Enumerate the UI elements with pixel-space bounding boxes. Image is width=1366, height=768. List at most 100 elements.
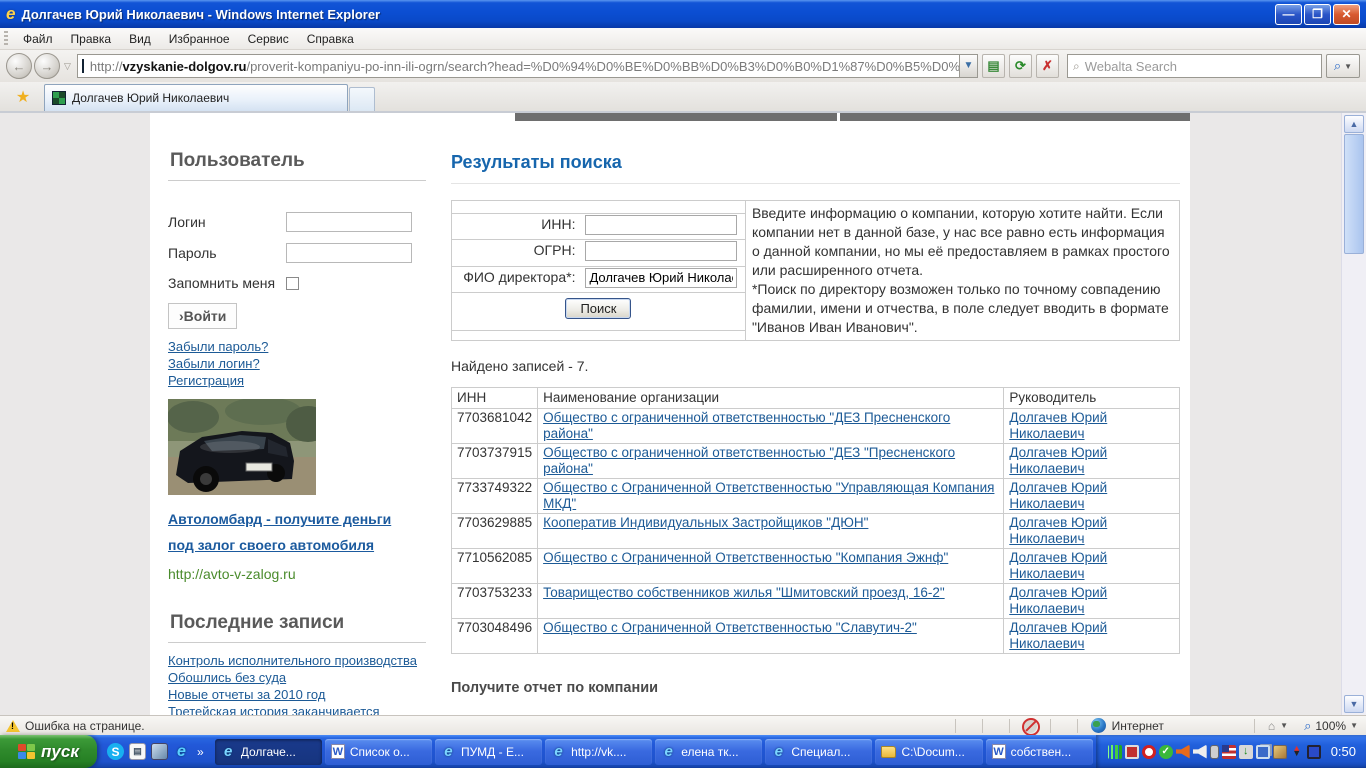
tray-clock: 0:50	[1331, 744, 1356, 759]
taskbar-button[interactable]: W Список о...	[325, 739, 432, 765]
login-input[interactable]	[286, 212, 412, 232]
menu-help[interactable]: Справка	[298, 29, 363, 49]
forgot-password-link[interactable]: Забыли пароль?	[168, 338, 430, 355]
scroll-thumb[interactable]	[1344, 134, 1364, 254]
language-flag-icon[interactable]	[1222, 745, 1236, 759]
director-link[interactable]: Долгачев Юрий Николаевич	[1009, 515, 1107, 546]
fio-input[interactable]	[585, 268, 737, 288]
taskbar-button[interactable]: C:\Docum...	[875, 739, 982, 765]
scroll-down-button[interactable]: ▼	[1344, 695, 1364, 713]
phishing-filter-icon[interactable]: ⌂	[1268, 719, 1275, 733]
company-link[interactable]: Товарищество собственников жилья "Шмитов…	[543, 585, 945, 600]
recent-link[interactable]: Контроль исполнительного производства	[168, 652, 430, 669]
company-link[interactable]: Кооператив Индивидуальных Застройщиков "…	[543, 515, 868, 530]
compatibility-icon[interactable]: ▤	[982, 54, 1005, 78]
back-button[interactable]: ←	[6, 53, 32, 79]
new-tab-button[interactable]	[349, 87, 375, 111]
traffic-updown-icon[interactable]: ▲	[1290, 745, 1304, 759]
removable-device-icon[interactable]	[1273, 745, 1287, 759]
volume-muted-icon[interactable]	[1176, 745, 1190, 759]
director-link[interactable]: Долгачев Юрий Николаевич	[1009, 585, 1107, 616]
display-settings-icon[interactable]	[1307, 745, 1321, 759]
ad-car-image[interactable]	[168, 399, 316, 495]
taskbar-button[interactable]: W собствен...	[986, 739, 1093, 765]
director-link[interactable]: Долгачев Юрий Николаевич	[1009, 550, 1107, 581]
remember-checkbox[interactable]	[286, 277, 299, 290]
favorites-star-icon[interactable]: ★	[8, 86, 38, 109]
scroll-up-button[interactable]: ▲	[1344, 115, 1364, 133]
notepad-icon[interactable]: ▤	[129, 743, 146, 760]
results-table: ИНН Наименование организации Руководител…	[451, 387, 1180, 654]
address-dropdown-button[interactable]: ▼	[960, 54, 978, 78]
ie-quicklaunch-icon[interactable]: e	[173, 743, 190, 760]
minimize-button[interactable]: —	[1275, 4, 1302, 25]
zoom-control[interactable]: ⌕ 100% ▼	[1296, 718, 1366, 734]
quicklaunch-overflow-icon[interactable]: »	[197, 745, 204, 759]
inn-input[interactable]	[585, 215, 737, 235]
vertical-scrollbar[interactable]: ▲ ▼	[1341, 113, 1366, 715]
taskbar-button[interactable]: e Специал...	[765, 739, 872, 765]
ad-url-link[interactable]: http://avto-v-zalog.ru	[168, 566, 430, 582]
menu-favorites[interactable]: Избранное	[160, 29, 239, 49]
menu-view[interactable]: Вид	[120, 29, 160, 49]
download-manager-icon[interactable]: ↓	[1239, 745, 1253, 759]
ad-link[interactable]: Автоломбард - получите деньги под залог …	[168, 506, 418, 558]
menu-edit[interactable]: Правка	[62, 29, 121, 49]
url-scheme: http://	[90, 59, 123, 74]
skype-icon[interactable]: S	[107, 743, 124, 760]
search-submit-button[interactable]: Поиск	[565, 298, 631, 319]
login-button[interactable]: ›Войти	[168, 303, 237, 329]
director-link[interactable]: Долгачев Юрий Николаевич	[1009, 445, 1107, 476]
company-link[interactable]: Общество с ограниченной ответственностью…	[543, 410, 950, 441]
recent-link[interactable]: Третейская история заканчивается	[168, 703, 430, 715]
company-link[interactable]: Общество с Ограниченной Ответственностью…	[543, 620, 917, 635]
search-go-button[interactable]: ⌕ ▼	[1326, 54, 1360, 78]
address-input[interactable]: http://vzyskanie-dolgov.ru/proverit-komp…	[77, 54, 960, 78]
register-link[interactable]: Регистрация	[168, 372, 430, 389]
recent-link[interactable]: Новые отчеты за 2010 год	[168, 686, 430, 703]
ogrn-input[interactable]	[585, 241, 737, 261]
phone-device-icon[interactable]	[1210, 745, 1219, 759]
taskbar-button[interactable]: e Долгаче...	[215, 739, 322, 765]
refresh-button[interactable]: ⟳	[1009, 54, 1032, 78]
stop-button[interactable]: ✗	[1036, 54, 1059, 78]
password-input[interactable]	[286, 243, 412, 263]
antivirus-ok-icon[interactable]: ✓	[1159, 745, 1173, 759]
start-label: пуск	[41, 742, 79, 762]
recent-link[interactable]: Обошлись без суда	[168, 669, 430, 686]
show-desktop-icon[interactable]	[151, 743, 168, 760]
phishing-caret-icon[interactable]: ▼	[1280, 721, 1288, 730]
director-link[interactable]: Долгачев Юрий Николаевич	[1009, 480, 1107, 511]
privacy-blocked-icon[interactable]	[1023, 719, 1037, 733]
menu-file[interactable]: Файл	[14, 29, 62, 49]
display-alert-icon[interactable]	[1125, 745, 1139, 759]
ie-window: e Долгачев Юрий Николаевич - Windows Int…	[0, 0, 1366, 768]
tab-favicon	[52, 91, 66, 105]
table-row: 7710562085 Общество с Ограниченной Ответ…	[452, 549, 1180, 584]
taskbar-button[interactable]: e http://vk....	[545, 739, 652, 765]
restore-button[interactable]: ❐	[1304, 4, 1331, 25]
history-dropdown-icon[interactable]: ▽	[64, 61, 71, 72]
volume-icon[interactable]	[1193, 745, 1207, 759]
director-link[interactable]: Долгачев Юрий Николаевич	[1009, 620, 1107, 651]
network-signal-icon[interactable]	[1108, 745, 1122, 759]
main-content: Результаты поиска Введите информацию о к…	[451, 113, 1180, 715]
company-link[interactable]: Общество с ограниченной ответственностью…	[543, 445, 955, 476]
forgot-login-link[interactable]: Забыли логин?	[168, 355, 430, 372]
recent-links: Контроль исполнительного производства Об…	[168, 652, 430, 715]
zoom-caret-icon: ▼	[1350, 721, 1358, 730]
start-button[interactable]: пуск	[0, 735, 97, 768]
tab-active[interactable]: Долгачев Юрий Николаевич	[44, 84, 348, 111]
search-input[interactable]: ⌕ Webalta Search	[1067, 54, 1322, 78]
taskbar-button[interactable]: e ПУМД - Е...	[435, 739, 542, 765]
site-favicon	[82, 59, 84, 73]
taskbar-button[interactable]: e елена тк...	[655, 739, 762, 765]
director-link[interactable]: Долгачев Юрий Николаевич	[1009, 410, 1107, 441]
forward-button[interactable]: →	[34, 53, 60, 79]
menu-tools[interactable]: Сервис	[239, 29, 298, 49]
close-button[interactable]: ✕	[1333, 4, 1360, 25]
opera-icon[interactable]	[1142, 745, 1156, 759]
company-link[interactable]: Общество с Ограниченной Ответственностью…	[543, 550, 948, 565]
network-connection-icon[interactable]	[1256, 745, 1270, 759]
company-link[interactable]: Общество с Ограниченной Ответственностью…	[543, 480, 994, 511]
